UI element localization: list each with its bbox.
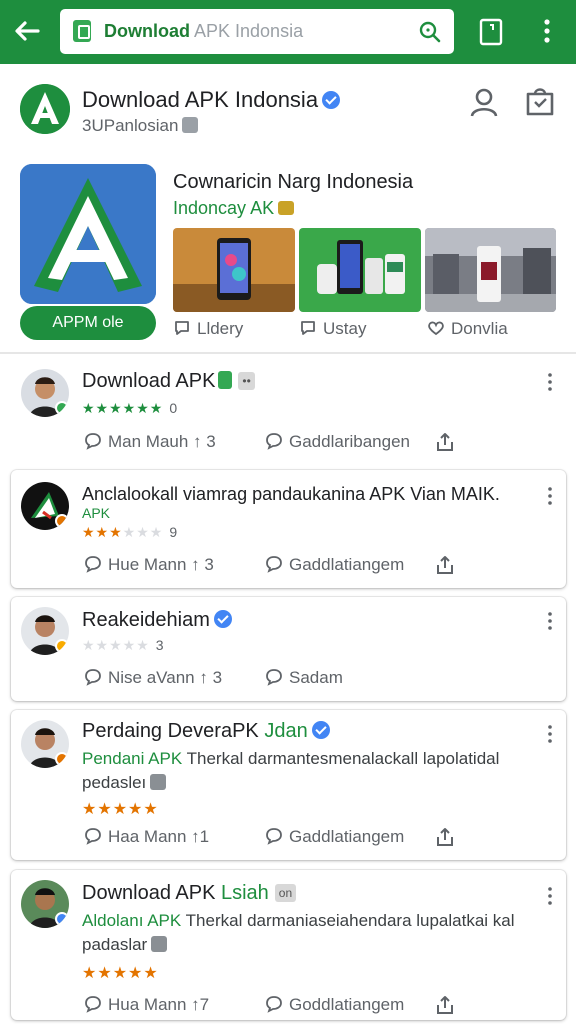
- verified-badge-icon: [322, 91, 341, 109]
- action-stay[interactable]: Ustay: [299, 319, 366, 339]
- chat-icon: [266, 669, 282, 686]
- android-badge-icon: [218, 371, 233, 389]
- screenshot-thumbnail-phone[interactable]: [173, 228, 295, 312]
- post-author[interactable]: Perdaing DeveraPK Jdan: [82, 720, 330, 743]
- comment-icon: [85, 669, 101, 686]
- screenshot-thumbnail-products[interactable]: [299, 228, 421, 312]
- post-body[interactable]: Aldolanı APK Therkal darmaniaseiahendara…: [82, 911, 515, 931]
- post-body-continued: padaslar: [82, 935, 168, 955]
- install-button[interactable]: APPM ole: [20, 306, 156, 340]
- more-options-icon[interactable]: [532, 16, 562, 46]
- check-badge-icon: [151, 936, 168, 952]
- chat-icon: [266, 996, 282, 1013]
- search-icon[interactable]: [418, 20, 442, 44]
- search-field[interactable]: Download APK Indonsia: [60, 9, 454, 54]
- share-icon[interactable]: [434, 826, 456, 848]
- reply-action[interactable]: Hua Mann ↑7: [84, 995, 209, 1015]
- post-body-continued: pedasleı: [82, 773, 167, 793]
- play-store-icon: [73, 20, 91, 42]
- comment-action[interactable]: Sadam: [265, 668, 343, 688]
- check-badge-icon: [182, 117, 199, 133]
- post-more-icon[interactable]: [546, 724, 554, 744]
- post-author[interactable]: Reakeidehiam: [82, 609, 232, 632]
- screenshot-thumbnail-street[interactable]: [425, 228, 556, 312]
- reply-action[interactable]: Nise aVann ↑ 3: [84, 668, 222, 688]
- rating-stars: ★★★★★★ 0: [82, 400, 178, 416]
- verified-badge-icon: [213, 610, 232, 628]
- reply-action[interactable]: Man Mauh ↑ 3: [84, 432, 216, 452]
- featured-subtitle: Indoncay AK: [173, 198, 295, 219]
- comment-icon: [85, 996, 101, 1013]
- top-app-bar: Download APK Indonsia: [0, 0, 576, 64]
- reply-action[interactable]: Haa Mann ↑1: [84, 827, 209, 847]
- post-more-icon[interactable]: [546, 486, 554, 506]
- post-card: Reakeidehiam ★★★★★ 3 Nise aVann ↑ 3 Sadam: [11, 597, 566, 701]
- post-card: Perdaing DeveraPK Jdan Pendani APK Therk…: [11, 710, 566, 860]
- rating-stars: ★★★★★: [82, 965, 159, 982]
- featured-title: Cownaricin Narg Indonesia: [173, 171, 414, 193]
- share-icon[interactable]: [434, 554, 456, 576]
- heart-icon: [428, 321, 444, 336]
- back-arrow-icon[interactable]: [10, 14, 44, 48]
- comment-action[interactable]: Gaddlatiangem: [265, 555, 404, 575]
- check-badge-icon: [150, 774, 167, 790]
- post-tag: APK: [82, 505, 111, 521]
- comment-icon: [85, 433, 101, 450]
- section-divider: [0, 352, 576, 354]
- post-card: Download APK Lsiah on Aldolanı APK Therka…: [11, 870, 566, 1020]
- post-body[interactable]: Pendani APK Therkal darmantesmenalackall…: [82, 749, 499, 769]
- featured-app-logo[interactable]: [20, 164, 156, 304]
- avatar[interactable]: [21, 607, 69, 655]
- post-author[interactable]: Download APK Lsiah on: [82, 882, 297, 905]
- rating-stars: ★★★★★★ 9: [82, 524, 178, 540]
- comment-action[interactable]: Goddlatiangem: [265, 995, 404, 1015]
- action-download[interactable]: Donvlia: [427, 319, 508, 339]
- comment-icon: [85, 556, 101, 573]
- chat-icon: [266, 556, 282, 573]
- rating-stars: ★★★★★ 3: [82, 637, 164, 653]
- comment-action[interactable]: Gaddlatiangem: [265, 827, 404, 847]
- app-title: Download APK Indonsia: [82, 87, 341, 113]
- avatar[interactable]: [21, 482, 69, 530]
- post-author[interactable]: Download APK ••: [82, 370, 255, 393]
- action-gallery[interactable]: Lldery: [173, 319, 243, 339]
- share-icon[interactable]: [434, 431, 456, 453]
- share-icon[interactable]: [434, 994, 456, 1016]
- post-more-icon[interactable]: [546, 611, 554, 631]
- app-logo[interactable]: [20, 84, 70, 134]
- avatar[interactable]: [21, 720, 69, 768]
- shopping-bag-icon[interactable]: [524, 86, 556, 118]
- avatar[interactable]: [21, 880, 69, 928]
- post-item: Download APK •• ★★★★★★ 0 Man Mauh ↑ 3 Gadd…: [0, 356, 576, 462]
- search-query: Download APK Indonsia: [104, 21, 304, 41]
- post-more-icon[interactable]: [546, 886, 554, 906]
- rating-stars: ★★★★★: [82, 801, 159, 818]
- comment-action[interactable]: Gaddlaribangen: [265, 432, 410, 452]
- profile-icon[interactable]: [468, 86, 500, 118]
- comment-icon: [301, 321, 315, 335]
- comment-icon: [175, 321, 189, 335]
- chat-icon: [266, 828, 282, 845]
- chat-icon: [266, 433, 282, 450]
- reply-action[interactable]: Hue Mann ↑ 3: [84, 555, 214, 575]
- heart-badge-icon: [278, 201, 295, 215]
- app-subtitle: 3UPanlosian: [82, 116, 199, 136]
- verified-badge-icon: [311, 721, 330, 739]
- post-headline[interactable]: Anclalookall viamrag pandaukanina APK Vi…: [82, 484, 500, 505]
- bookmark-icon[interactable]: [478, 18, 504, 46]
- post-card: Anclalookall viamrag pandaukanina APK Vi…: [11, 470, 566, 588]
- post-more-icon[interactable]: [546, 372, 554, 392]
- avatar[interactable]: [21, 369, 69, 417]
- comment-icon: [85, 828, 101, 845]
